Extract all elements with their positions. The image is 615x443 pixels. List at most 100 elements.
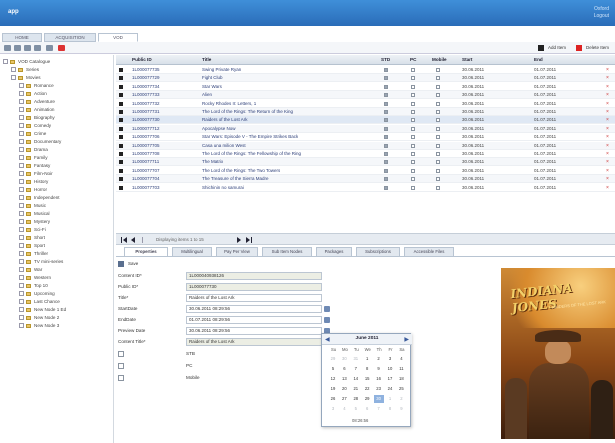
calendar-day[interactable]: 12 [328, 375, 338, 383]
pc-checkbox[interactable] [411, 93, 415, 98]
mobile-checkbox[interactable] [436, 160, 440, 165]
preview-date-field[interactable]: 30.06.2011 08:29:56 [186, 327, 322, 335]
expand-toggle-icon[interactable] [19, 99, 24, 105]
pc-checkbox[interactable] [411, 152, 415, 156]
calendar-day[interactable]: 22 [362, 385, 372, 393]
calendar-day[interactable]: 21 [351, 385, 361, 393]
calendar-day[interactable]: 8 [385, 405, 395, 413]
column-title[interactable]: Title [202, 55, 211, 65]
column-end[interactable]: End [534, 55, 543, 65]
pc-checkbox[interactable] [411, 177, 415, 182]
table-row[interactable]: 1L000077708 The Lord of the Rings: The Fe… [116, 150, 615, 158]
table-row[interactable]: 1L000077706 Star Wars: Episode V - The Em… [116, 133, 615, 142]
calendar-day[interactable]: 27 [339, 395, 349, 403]
expand-toggle-icon[interactable] [19, 187, 24, 193]
mobile-checkbox[interactable] [436, 118, 440, 123]
pc-checkbox[interactable] [411, 110, 415, 114]
pc-checkbox[interactable] [411, 76, 415, 81]
title-field[interactable]: Raiders of the Lost Ark [186, 294, 322, 302]
table-row[interactable]: 1L000077735 Swing Private Ryan 30.06.2011 0… [116, 66, 615, 74]
expand-toggle-icon[interactable] [19, 267, 24, 273]
mobile-checkbox[interactable] [436, 126, 440, 131]
user-menu[interactable]: Oxford Logout [594, 6, 609, 20]
calendar-day[interactable]: 23 [374, 385, 384, 393]
delete-row-icon[interactable]: × [606, 184, 609, 192]
std-checkbox[interactable] [384, 126, 388, 131]
pc-checkbox[interactable] [411, 84, 415, 89]
calendar-day[interactable]: 6 [339, 365, 349, 373]
table-row[interactable]: 1L000077707 The Lord of the Rings: The Tw… [116, 167, 615, 175]
mobile-checkbox[interactable] [436, 110, 440, 114]
delete-row-icon[interactable]: × [606, 167, 609, 175]
std-checkbox[interactable] [384, 118, 388, 123]
calendar-day[interactable]: 9 [374, 365, 384, 373]
previous-page-icon[interactable] [130, 237, 136, 243]
table-row[interactable]: 1L000077731 The Lord of the Rings: The Re… [116, 108, 615, 116]
delete-row-icon[interactable]: × [606, 158, 609, 166]
calendar-icon[interactable] [324, 317, 330, 323]
mobile-checkbox[interactable] [436, 101, 440, 106]
table-row[interactable]: 1L000077733 Alien 30.06.2011 01.07.2011 × [116, 91, 615, 100]
std-checkbox[interactable] [384, 68, 388, 72]
next-month-icon[interactable]: ▶ [404, 336, 409, 343]
std-checkbox[interactable] [384, 168, 388, 173]
expand-toggle-icon[interactable] [19, 163, 24, 169]
expand-toggle-icon[interactable] [19, 307, 24, 313]
mobile-checkbox[interactable] [436, 177, 440, 182]
expand-toggle-icon[interactable] [19, 171, 24, 177]
pc-checkbox[interactable] [411, 68, 415, 72]
mobile-checkbox[interactable] [436, 93, 440, 98]
expand-toggle-icon[interactable] [19, 195, 24, 201]
std-checkbox[interactable] [384, 101, 388, 106]
column-pc[interactable]: PC [410, 55, 416, 65]
tab-acquisition[interactable]: ACQUISITION [44, 33, 96, 42]
delete-row-icon[interactable]: × [606, 100, 609, 108]
std-checkbox[interactable] [384, 110, 388, 114]
mobile-checkbox[interactable] [436, 135, 440, 140]
std-checkbox[interactable] [384, 76, 388, 81]
collapse-icon[interactable] [4, 45, 11, 51]
table-row[interactable]: 1L000077712 Apocalypse Now 30.06.2011 01.07… [116, 124, 615, 133]
expand-toggle-icon[interactable] [11, 67, 16, 73]
delete-row-icon[interactable]: × [606, 125, 609, 133]
content-id-field[interactable]: 1L000040938126 [186, 272, 322, 280]
delete-row-icon[interactable]: × [606, 133, 609, 141]
calendar-day[interactable]: 5 [351, 405, 361, 413]
calendar-day[interactable]: 29 [328, 355, 338, 363]
expand-toggle-icon[interactable] [19, 299, 24, 305]
pc-checkbox[interactable] [411, 135, 415, 140]
tab-accessible-files[interactable]: Accessible Files [404, 247, 454, 257]
calendar-day[interactable]: 18 [396, 375, 406, 383]
table-row[interactable]: 1L000077703 Shichinin no samurai 30.06.201… [116, 184, 615, 192]
std-checkbox[interactable] [384, 93, 388, 98]
collapse-toggle-icon[interactable] [11, 75, 16, 81]
expand-toggle-icon[interactable] [19, 139, 24, 145]
first-page-icon[interactable] [121, 237, 127, 243]
tab-sub-item-nodes[interactable]: Sub Item Nodes [262, 247, 312, 257]
expand-toggle-icon[interactable] [19, 179, 24, 185]
calendar-day[interactable]: 29 [362, 395, 372, 403]
end-date-field[interactable]: 01.07.2011 08:29:56 [186, 316, 322, 324]
expand-icon[interactable] [14, 45, 21, 51]
std-checkbox[interactable] [384, 143, 388, 148]
calendar-day[interactable]: 31 [351, 355, 361, 363]
calendar-day[interactable]: 24 [385, 385, 395, 393]
expand-toggle-icon[interactable] [19, 211, 24, 217]
tab-pay-per-view[interactable]: Pay Per View [216, 247, 258, 257]
pc-checkbox[interactable] [411, 168, 415, 173]
calendar-day[interactable]: 4 [339, 405, 349, 413]
pc-checkbox[interactable] [118, 363, 124, 369]
table-row[interactable]: 1L000077734 Star Wars 30.06.2011 01.07.2011… [116, 83, 615, 91]
calendar-day[interactable]: 2 [374, 355, 384, 363]
public-id-field[interactable]: 1L000077730 [186, 283, 322, 291]
last-page-icon[interactable] [246, 237, 252, 243]
column-start[interactable]: Start [462, 55, 472, 65]
delete-row-icon[interactable]: × [606, 66, 609, 74]
calendar-day[interactable]: 17 [385, 375, 395, 383]
time-field[interactable]: 08:26:56 [352, 418, 368, 423]
mobile-checkbox[interactable] [436, 168, 440, 173]
table-row[interactable]: 1L000077730 Raiders of the Lost Ark 30.06.… [116, 116, 615, 125]
delete-row-icon[interactable]: × [606, 91, 609, 99]
expand-toggle-icon[interactable] [19, 91, 24, 97]
tree-node-genre[interactable]: New Node 3 [19, 321, 59, 330]
